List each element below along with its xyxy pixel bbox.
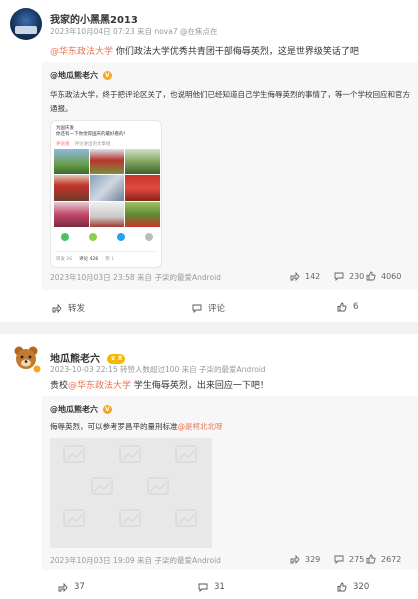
like-count: 320 <box>353 582 370 592</box>
comment-icon <box>334 272 344 281</box>
screenshot-stat: 转发 26 <box>56 257 73 262</box>
repost-author-name[interactable]: @地瓜熊老六 <box>50 405 98 414</box>
repost-author[interactable]: @地瓜熊老六 V <box>50 70 112 81</box>
post-author[interactable]: 地瓜熊老六 ♛ 8 <box>50 350 126 365</box>
verified-icon: V <box>102 405 112 414</box>
level-badge-number: 8 <box>117 355 123 362</box>
screenshot-tab: 评论组 <box>56 142 70 147</box>
screenshot-tab: 评论进出的文章组 <box>74 142 111 147</box>
photo-thumb <box>125 201 160 227</box>
mention-link[interactable]: @华东政法大学 <box>50 47 113 57</box>
more-icon <box>145 233 153 241</box>
comment-label: 评论 <box>208 304 226 314</box>
photo-thumb <box>89 201 125 227</box>
repost-button[interactable]: 转发 <box>52 302 85 314</box>
comment-icon <box>334 555 344 564</box>
repost-label: 转发 <box>68 304 86 314</box>
repost-comment-count[interactable]: 275 <box>334 554 364 564</box>
comment-icon <box>198 583 208 592</box>
post-text: 贵校@华东政法大学 学生侮辱英烈，出来回应一下吧！ <box>50 378 269 391</box>
post-body-prefix: 贵校 <box>50 381 69 391</box>
comment-count: 275 <box>349 554 365 564</box>
repost-count: 37 <box>74 582 85 592</box>
repost-author[interactable]: @地瓜熊老六 V <box>50 404 112 415</box>
comment-count: 31 <box>214 582 225 592</box>
mention-link[interactable]: @是柯北北呀 <box>178 422 223 431</box>
post-text: @华东政法大学 你们政法大学优秀共青团干部侮辱英烈，这是世界级笑话了吧 <box>50 44 359 57</box>
photo-thumb <box>125 175 160 201</box>
photo-thumb <box>54 201 89 227</box>
repost-author-name[interactable]: @地瓜熊老六 <box>50 71 98 80</box>
avatar[interactable] <box>10 8 42 40</box>
repost-block[interactable]: @地瓜熊老六 V 华东政法大学，终于把评论区关了，也说明他们已经知道自己学生侮辱… <box>42 62 418 290</box>
photo-grid <box>54 149 160 227</box>
photo-thumb <box>54 175 89 201</box>
like-button[interactable]: 320 <box>337 582 369 592</box>
photo-thumb <box>54 149 89 175</box>
share-icon <box>290 554 300 564</box>
share-icon <box>290 271 300 281</box>
share-count: 329 <box>305 554 321 564</box>
repost-body: 侮辱英烈，可以参考罗昌平的量刑标准 <box>50 422 178 431</box>
thumbs-up-icon <box>366 271 376 281</box>
post-body-suffix: 学生侮辱英烈，出来回应一下吧！ <box>131 381 269 391</box>
screenshot-stat: 评论 426 <box>79 257 99 262</box>
image-placeholder-icon <box>63 445 197 527</box>
mention-link[interactable]: @华东政法大学 <box>68 381 131 391</box>
repost-comment-count[interactable]: 230 <box>334 271 364 281</box>
post-body: 你们政法大学优秀共青团干部侮辱英烈，这是世界级笑话了吧 <box>113 47 359 57</box>
comment-count: 230 <box>349 271 365 281</box>
share-count: 142 <box>305 271 321 281</box>
like-count: 2672 <box>381 554 402 564</box>
wechat-icon <box>61 233 69 241</box>
screenshot-question: 你还有一下你觉得国庆的最好看的! <box>56 132 126 137</box>
repost-like-count[interactable]: 2672 <box>366 554 401 564</box>
attached-screenshot[interactable]: 为国庆发 你还有一下你觉得国庆的最好看的! 评论组 评论进出的文章组 转发 26… <box>50 120 162 268</box>
post-card: 地瓜熊老六 ♛ 8 2023-10-03 22:15 转赞人数超过100 来自 … <box>0 334 418 599</box>
level-badge: ♛ 8 <box>107 354 126 364</box>
repost-like-count[interactable]: 4060 <box>366 271 401 281</box>
qq-icon <box>117 233 125 241</box>
comment-button[interactable]: 评论 <box>192 302 225 314</box>
repost-meta: 2023年10月03日 23:58 来自 子柒的最爱Android <box>50 273 221 282</box>
repost-button[interactable]: 37 <box>58 582 85 592</box>
post-card: 我家的小黑黑2013 2023年10月04日 07:23 来自 nova7 @在… <box>0 0 418 322</box>
repost-block[interactable]: @地瓜熊老六 V 侮辱英烈，可以参考罗昌平的量刑标准@是柯北北呀 2023年10… <box>42 396 418 570</box>
share-icon <box>58 582 68 592</box>
like-button[interactable]: 6 <box>337 302 358 312</box>
image-placeholder[interactable] <box>50 438 212 548</box>
bear-avatar-icon <box>14 346 41 373</box>
repost-share-count[interactable]: 329 <box>290 554 320 564</box>
comment-icon <box>192 304 202 313</box>
thumbs-up-icon <box>337 582 347 592</box>
post-author[interactable]: 我家的小黑黑2013 <box>50 11 138 26</box>
avatar[interactable] <box>10 342 42 374</box>
post-meta: 2023年10月04日 07:23 来自 nova7 @在焦点在 <box>50 27 218 36</box>
like-count: 4060 <box>381 271 402 281</box>
verified-icon: V <box>102 71 112 80</box>
screenshot-stats: 转发 26 评论 426 赞 1 <box>56 251 156 262</box>
screenshot-icons <box>61 233 153 241</box>
photo-thumb <box>89 175 125 201</box>
screenshot-stat: 赞 1 <box>105 257 114 262</box>
share-icon <box>52 303 62 313</box>
photo-thumb <box>89 149 125 175</box>
repost-text: 华东政法大学，终于把评论区关了，也说明他们已经知道自己学生侮辱英烈的事情了，等一… <box>50 90 410 113</box>
repost-share-count[interactable]: 142 <box>290 271 320 281</box>
thumbs-up-icon <box>366 554 376 564</box>
post-meta: 2023-10-03 22:15 转赞人数超过100 来自 子柒的最爱Andro… <box>50 365 266 374</box>
repost-meta: 2023年10月03日 19:09 来自 子柒的最爱Android <box>50 556 221 565</box>
thumbs-up-icon <box>337 302 347 312</box>
like-label: 6 <box>353 302 359 312</box>
photo-thumb <box>125 149 160 175</box>
moments-icon <box>89 233 97 241</box>
repost-text: 侮辱英烈，可以参考罗昌平的量刑标准@是柯北北呀 <box>50 420 223 434</box>
comment-button[interactable]: 31 <box>198 582 225 592</box>
